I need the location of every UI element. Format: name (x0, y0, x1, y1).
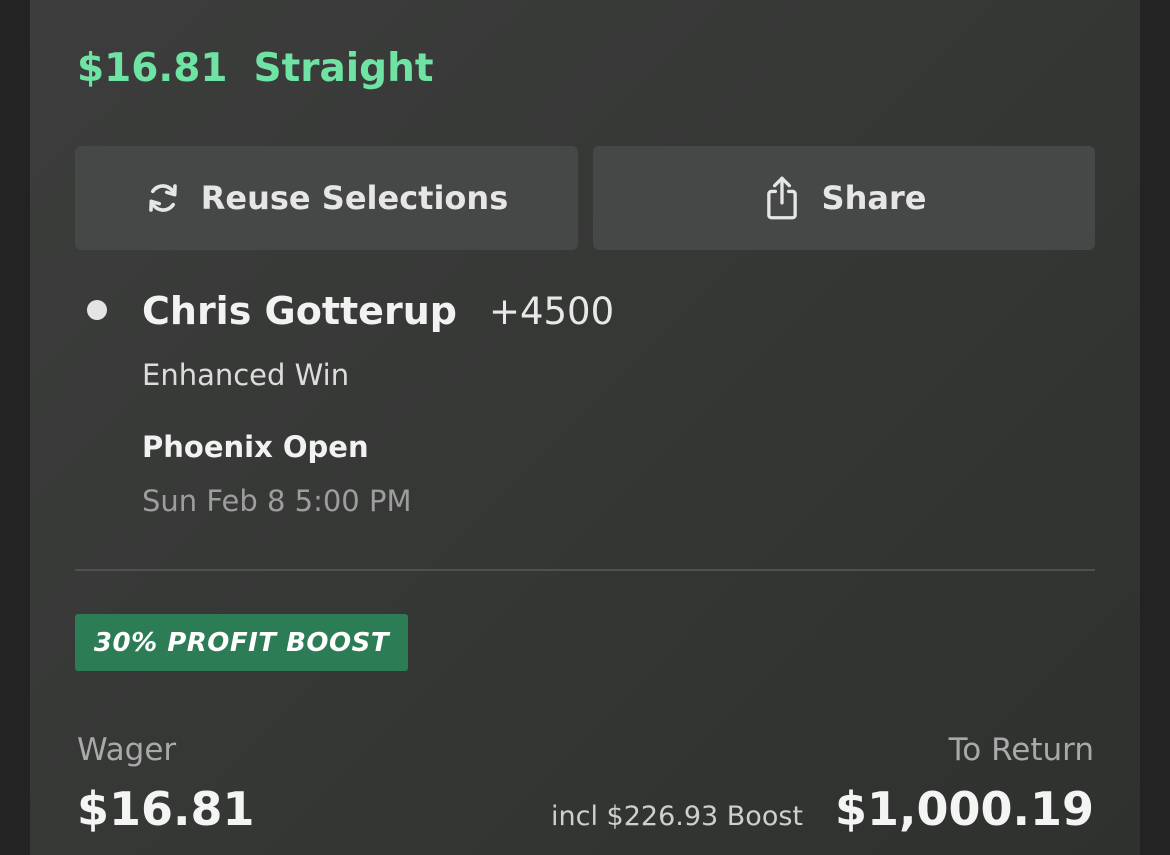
share-button[interactable]: Share (593, 146, 1095, 250)
share-icon (762, 175, 802, 221)
bet-header: $16.81 Straight (77, 40, 433, 96)
bet-amount: $16.81 (77, 45, 228, 91)
refresh-icon (145, 180, 181, 216)
bet-card: $16.81 Straight Reuse Selections Share C… (30, 0, 1140, 855)
selection-odds: +4500 (488, 289, 615, 333)
divider (75, 569, 1095, 571)
to-return-label: To Return (948, 732, 1094, 768)
selection-name: Chris Gotterup (142, 289, 457, 333)
reuse-selections-button[interactable]: Reuse Selections (75, 146, 578, 250)
selection-market: Enhanced Win (142, 358, 350, 392)
selection-bullet (87, 300, 107, 320)
to-return-row: incl $226.93 Boost $1,000.19 (551, 782, 1094, 836)
to-return-value: $1,000.19 (835, 782, 1094, 836)
reuse-selections-label: Reuse Selections (200, 179, 509, 217)
wager-value: $16.81 (77, 782, 255, 836)
boost-note: incl $226.93 Boost (551, 801, 803, 832)
wager-label: Wager (77, 732, 177, 768)
event-name: Phoenix Open (142, 430, 369, 464)
bet-type: Straight (253, 45, 434, 91)
event-time: Sun Feb 8 5:00 PM (142, 484, 412, 518)
selection-row: Chris Gotterup +4500 (142, 286, 614, 336)
profit-boost-badge: 30% PROFIT BOOST (75, 614, 408, 671)
share-label: Share (821, 179, 927, 217)
